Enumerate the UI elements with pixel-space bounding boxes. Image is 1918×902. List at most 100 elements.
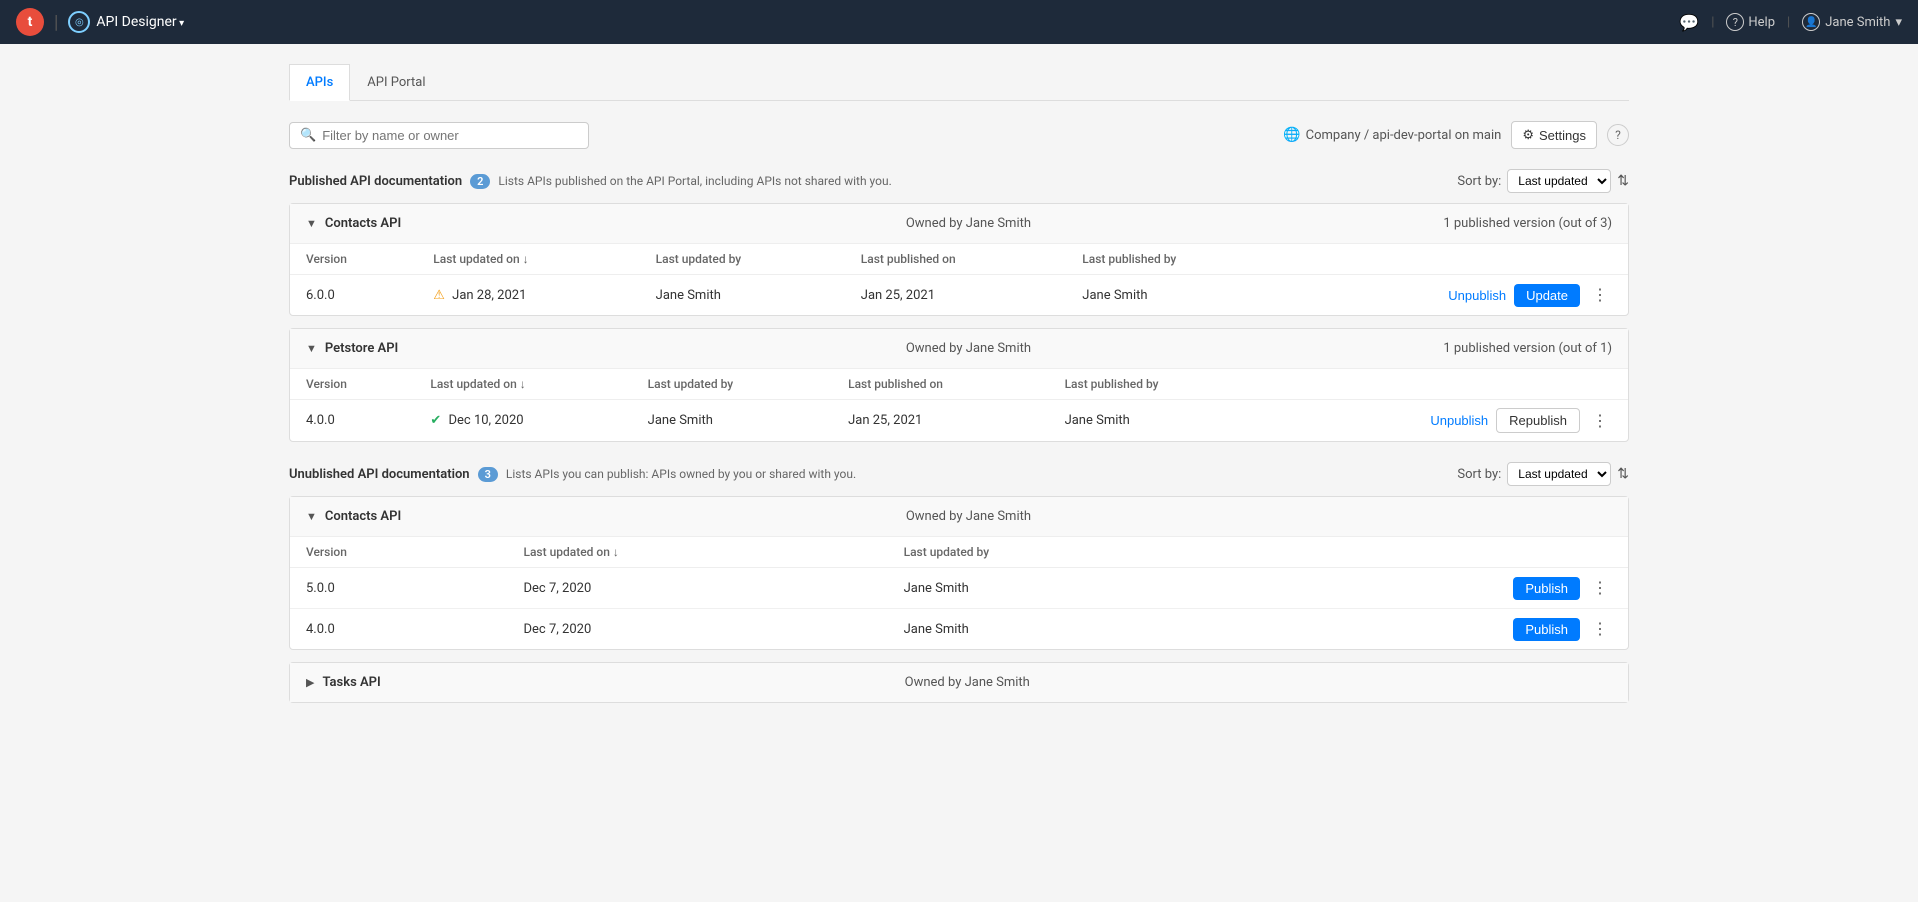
unpublished-section-header: Unublished API documentation 3 Lists API… — [289, 462, 1629, 486]
help-link[interactable]: ? Help — [1726, 13, 1775, 31]
col-last-published-by: Last published by — [1049, 369, 1264, 400]
user-icon: 👤 — [1802, 13, 1820, 31]
col-last-published-on: Last published on — [832, 369, 1048, 400]
table-row: 4.0.0 Dec 7, 2020 Jane Smith Publish ⋮ — [290, 609, 1628, 650]
tab-api-portal[interactable]: API Portal — [350, 64, 442, 101]
published-petstore-api-group: ▼ Petstore API Owned by Jane Smith 1 pub… — [289, 328, 1629, 442]
unpublished-description: Lists APIs you can publish: APIs owned b… — [506, 467, 856, 481]
version-cell: 4.0.0 — [290, 400, 414, 442]
last-updated-on-cell: ✔ Dec 10, 2020 — [414, 400, 631, 442]
actions-cell: Publish ⋮ — [1238, 609, 1628, 650]
user-chevron: ▾ — [1895, 15, 1902, 30]
company-link[interactable]: 🌐 Company / api-dev-portal on main — [1283, 127, 1501, 143]
help-label: Help — [1748, 15, 1775, 30]
col-last-updated-by: Last updated by — [640, 244, 845, 275]
publish-button-5.0.0[interactable]: Publish — [1513, 577, 1580, 600]
warning-icon: ⚠ — [433, 288, 445, 303]
last-updated-by-cell: Jane Smith — [888, 568, 1239, 609]
unpublished-contacts-api-chevron[interactable]: ▼ — [306, 510, 317, 523]
col-version: Version — [290, 244, 417, 275]
unpublish-button[interactable]: Unpublish — [1448, 288, 1506, 303]
petstore-api-chevron[interactable]: ▼ — [306, 342, 317, 355]
published-contacts-api-versions-summary: 1 published version (out of 3) — [1183, 216, 1612, 231]
actions-cell: Unpublish Republish ⋮ — [1263, 400, 1628, 442]
table-row: 6.0.0 ⚠ Jan 28, 2021 Jane Smith Jan 25, … — [290, 275, 1628, 316]
unpublished-tasks-api-group: ▶ Tasks API Owned by Jane Smith — [289, 662, 1629, 703]
unpublished-contacts-api-header: ▼ Contacts API Owned by Jane Smith — [290, 497, 1628, 537]
last-published-by-cell: Jane Smith — [1049, 400, 1264, 442]
more-button[interactable]: ⋮ — [1588, 409, 1612, 433]
published-contacts-api-owner: Owned by Jane Smith — [754, 216, 1183, 231]
check-icon: ✔ — [430, 413, 441, 428]
col-last-updated-by: Last updated by — [888, 537, 1239, 568]
help-circle-icon[interactable]: ? — [1607, 124, 1629, 146]
published-description: Lists APIs published on the API Portal, … — [498, 174, 891, 188]
col-last-updated-on: Last updated on ↓ — [414, 369, 631, 400]
user-menu[interactable]: 👤 Jane Smith ▾ — [1802, 13, 1902, 31]
chat-icon[interactable]: 💬 — [1679, 13, 1699, 32]
nav-right: 💬 | ? Help | 👤 Jane Smith ▾ — [1679, 13, 1902, 32]
version-cell: 5.0.0 — [290, 568, 507, 609]
last-updated-on-cell: Dec 7, 2020 — [507, 609, 887, 650]
unpublished-tasks-api-owner: Owned by Jane Smith — [752, 675, 1182, 690]
brand-icon: ◎ — [68, 11, 90, 33]
publish-button-4.0.0[interactable]: Publish — [1513, 618, 1580, 641]
tasks-api-chevron[interactable]: ▶ — [306, 676, 314, 689]
main-tabs: APIs API Portal — [289, 64, 1629, 101]
search-box[interactable]: 🔍 — [289, 122, 589, 149]
last-published-by-cell: Jane Smith — [1066, 275, 1286, 316]
more-button[interactable]: ⋮ — [1588, 283, 1612, 307]
tab-apis[interactable]: APIs — [289, 64, 350, 101]
last-updated-on-value: Jan 28, 2021 — [452, 288, 526, 303]
col-last-updated-on: Last updated on ↓ — [417, 244, 639, 275]
last-updated-on-cell: Dec 7, 2020 — [507, 568, 887, 609]
published-contacts-version-table: Version Last updated on ↓ Last updated b… — [290, 244, 1628, 315]
more-button[interactable]: ⋮ — [1588, 576, 1612, 600]
actions-cell: Publish ⋮ — [1238, 568, 1628, 609]
update-button[interactable]: Update — [1514, 284, 1580, 307]
search-input[interactable] — [322, 128, 578, 143]
col-version: Version — [290, 537, 507, 568]
unpublished-contacts-api-owner: Owned by Jane Smith — [754, 509, 1183, 524]
published-petstore-version-table: Version Last updated on ↓ Last updated b… — [290, 369, 1628, 441]
last-updated-by-cell: Jane Smith — [888, 609, 1239, 650]
last-updated-by-cell: Jane Smith — [632, 400, 832, 442]
col-last-published-by: Last published by — [1066, 244, 1286, 275]
app-name[interactable]: API Designer — [96, 14, 184, 30]
published-sort-select[interactable]: Last updated Name Owner — [1507, 169, 1611, 193]
version-cell: 4.0.0 — [290, 609, 507, 650]
published-title: Published API documentation 2 Lists APIs… — [289, 174, 892, 189]
actions-cell: Unpublish Update ⋮ — [1286, 275, 1628, 316]
unpublished-contacts-api-group: ▼ Contacts API Owned by Jane Smith Versi… — [289, 496, 1629, 650]
published-petstore-api-name: Petstore API — [325, 341, 754, 356]
last-updated-by-cell: Jane Smith — [640, 275, 845, 316]
published-sort-label: Sort by: — [1457, 174, 1501, 189]
table-row: 5.0.0 Dec 7, 2020 Jane Smith Publish ⋮ — [290, 568, 1628, 609]
unpublished-sort-icon[interactable]: ⇅ — [1617, 466, 1629, 482]
published-petstore-api-owner: Owned by Jane Smith — [754, 341, 1183, 356]
published-contacts-api-name: Contacts API — [325, 216, 754, 231]
more-button[interactable]: ⋮ — [1588, 617, 1612, 641]
col-last-updated-on: Last updated on ↓ — [507, 537, 887, 568]
published-title-text: Published API documentation — [289, 174, 462, 189]
user-name: Jane Smith — [1825, 15, 1890, 30]
contacts-api-chevron[interactable]: ▼ — [306, 217, 317, 230]
published-petstore-api-header: ▼ Petstore API Owned by Jane Smith 1 pub… — [290, 329, 1628, 369]
main-content: APIs API Portal 🔍 🌐 Company / api-dev-po… — [259, 44, 1659, 745]
published-contacts-api-group: ▼ Contacts API Owned by Jane Smith 1 pub… — [289, 203, 1629, 316]
settings-button[interactable]: ⚙ Settings — [1511, 121, 1597, 149]
top-nav: t | ◎ API Designer 💬 | ? Help | 👤 Jane S… — [0, 0, 1918, 44]
published-count-badge: 2 — [470, 174, 490, 189]
published-petstore-api-versions-summary: 1 published version (out of 1) — [1183, 341, 1612, 356]
published-contacts-api-header: ▼ Contacts API Owned by Jane Smith 1 pub… — [290, 204, 1628, 244]
last-published-on-cell: Jan 25, 2021 — [832, 400, 1048, 442]
unpublished-sort-row: Sort by: Last updated Name Owner ⇅ — [1457, 462, 1629, 486]
company-link-text: Company / api-dev-portal on main — [1306, 128, 1502, 143]
last-updated-on-value: Dec 10, 2020 — [448, 413, 523, 428]
published-sort-icon[interactable]: ⇅ — [1617, 173, 1629, 189]
search-icon: 🔍 — [300, 128, 316, 143]
unpublish-button[interactable]: Unpublish — [1430, 413, 1488, 428]
col-last-published-on: Last published on — [845, 244, 1067, 275]
unpublished-sort-select[interactable]: Last updated Name Owner — [1507, 462, 1611, 486]
republish-button[interactable]: Republish — [1496, 408, 1580, 433]
